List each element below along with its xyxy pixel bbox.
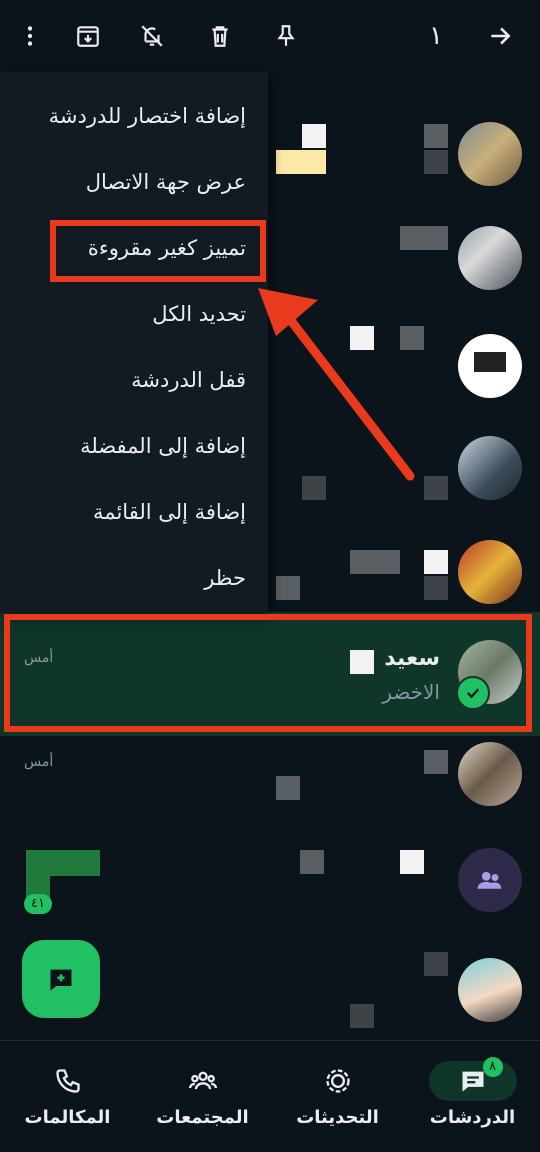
nav-label-calls: المكالمات	[24, 1107, 111, 1128]
mute-icon[interactable]	[130, 14, 174, 58]
avatar[interactable]	[458, 436, 522, 500]
menu-add-favorites[interactable]: إضافة إلى المفضلة	[80, 426, 246, 466]
censored-block	[424, 124, 448, 148]
selected-count: ١	[429, 21, 443, 51]
back-arrow-icon[interactable]	[478, 14, 522, 58]
annotation-box-menu	[50, 220, 266, 282]
menu-add-shortcut[interactable]: إضافة اختصار للدردشة	[49, 96, 246, 136]
avatar[interactable]	[458, 742, 522, 806]
nav-updates[interactable]: التحديثات	[270, 1041, 405, 1152]
group-avatar[interactable]	[458, 848, 522, 912]
communities-icon	[159, 1061, 247, 1101]
overflow-menu: إضافة اختصار للدردشة عرض جهة الاتصال تمي…	[0, 72, 268, 612]
chats-icon: ٨	[428, 1057, 517, 1101]
censored-block	[400, 326, 424, 350]
censored-block	[424, 476, 448, 500]
censored-block	[350, 1004, 374, 1028]
censored-block	[276, 576, 300, 600]
censored-block	[302, 124, 326, 148]
censored-block	[424, 150, 448, 174]
censored-block	[424, 576, 448, 600]
annotation-box-chat	[4, 614, 532, 732]
nav-chats[interactable]: ٨ الدردشات	[405, 1041, 540, 1152]
censored-block	[400, 850, 424, 874]
new-chat-button[interactable]	[22, 940, 100, 1018]
censored-block	[300, 850, 324, 874]
phone-icon	[24, 1061, 112, 1101]
censored-block	[424, 750, 448, 774]
bottom-navigation: ٨ الدردشات التحديثات المجتمعات المكالمات	[0, 1040, 540, 1152]
avatar[interactable]	[458, 540, 522, 604]
avatar[interactable]	[458, 226, 522, 290]
censored-block	[424, 952, 448, 976]
avatar[interactable]	[458, 334, 522, 398]
censored-block	[276, 776, 300, 800]
chats-badge: ٨	[482, 1057, 503, 1077]
avatar[interactable]	[458, 958, 522, 1022]
archive-icon[interactable]	[66, 14, 110, 58]
more-vertical-icon[interactable]	[8, 14, 52, 58]
nav-label-chats: الدردشات	[429, 1107, 516, 1128]
selection-toolbar: ١	[0, 0, 540, 72]
pin-icon[interactable]	[264, 14, 308, 58]
censored-block	[276, 150, 326, 174]
nav-calls[interactable]: المكالمات	[0, 1041, 135, 1152]
delete-icon[interactable]	[198, 14, 242, 58]
menu-lock-chat[interactable]: قفل الدردشة	[131, 360, 246, 400]
censored-block	[400, 226, 448, 250]
unread-badge: ٤١	[24, 894, 52, 914]
nav-label-updates: التحديثات	[296, 1107, 379, 1128]
updates-icon	[294, 1061, 382, 1101]
nav-label-communities: المجتمعات	[156, 1107, 249, 1128]
nav-communities[interactable]: المجتمعات	[135, 1041, 270, 1152]
menu-view-contact[interactable]: عرض جهة الاتصال	[86, 162, 246, 202]
avatar[interactable]	[458, 122, 522, 186]
menu-block[interactable]: حظر	[204, 558, 246, 598]
censored-block	[26, 850, 100, 876]
censored-block	[424, 550, 448, 574]
censored-block	[350, 326, 374, 350]
menu-select-all[interactable]: تحديد الكل	[152, 294, 246, 334]
menu-add-to-list[interactable]: إضافة إلى القائمة	[93, 492, 246, 532]
new-chat-icon	[50, 969, 72, 991]
censored-block	[302, 476, 326, 500]
chat-time: أمس	[24, 754, 54, 770]
censored-block	[350, 550, 400, 574]
